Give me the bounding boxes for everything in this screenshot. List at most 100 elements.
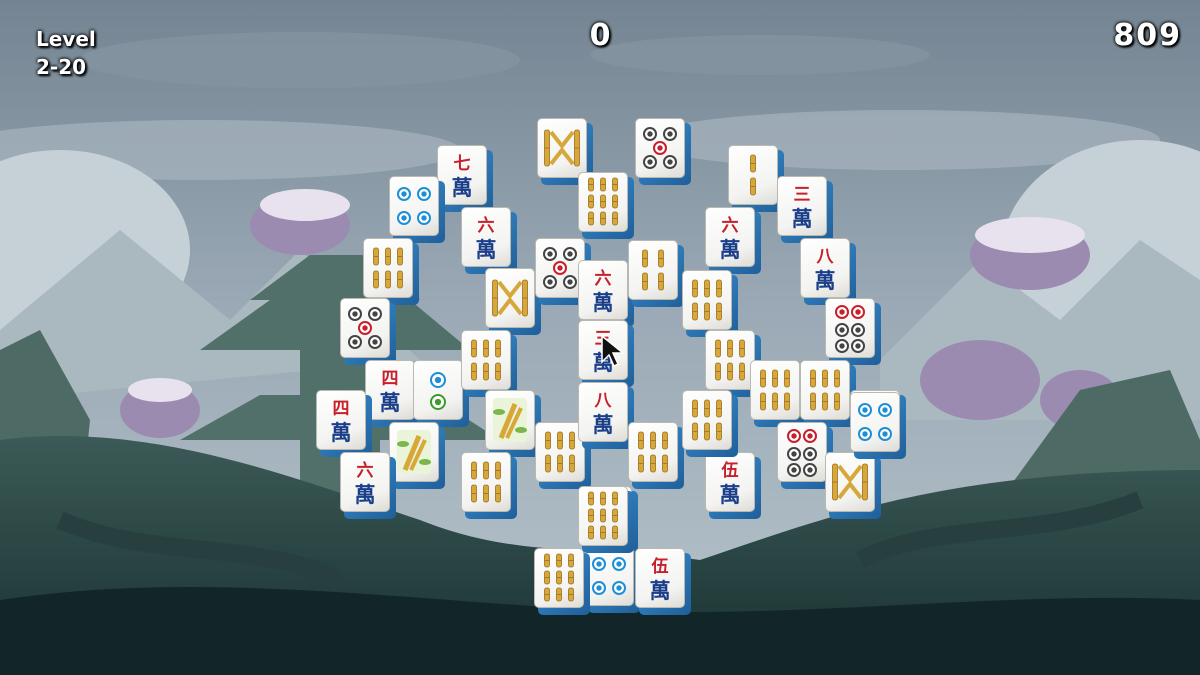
tile-bamboo-flower[interactable] bbox=[389, 422, 445, 489]
tile-bamboo-4[interactable] bbox=[628, 240, 684, 307]
svg-text:萬: 萬 bbox=[476, 237, 497, 262]
tile-bamboo-6-glyph bbox=[810, 369, 840, 411]
tile-dots-4-mixed[interactable] bbox=[635, 118, 691, 185]
tile-bamboo-6[interactable] bbox=[750, 360, 806, 427]
svg-text:萬: 萬 bbox=[720, 237, 741, 262]
svg-text:萬: 萬 bbox=[380, 390, 401, 415]
svg-text:伍: 伍 bbox=[721, 460, 739, 481]
tile-dots-4-blue-glyph bbox=[397, 187, 431, 225]
svg-text:八: 八 bbox=[595, 391, 613, 411]
tile-dots-2[interactable] bbox=[413, 360, 469, 427]
tile-character-6-glyph: 六萬 bbox=[720, 215, 741, 262]
svg-text:七: 七 bbox=[454, 154, 471, 174]
tile-bamboo-6-glyph bbox=[373, 247, 403, 289]
tile-bamboo-9-glyph bbox=[588, 491, 618, 540]
tile-bamboo-6-glyph bbox=[692, 279, 722, 321]
tile-bamboo-zigzag[interactable] bbox=[537, 118, 593, 185]
tile-bamboo-6[interactable] bbox=[682, 390, 738, 457]
tile-bamboo-6-glyph bbox=[715, 339, 745, 381]
tile-dots-4-mixed-glyph bbox=[643, 127, 677, 169]
tile-character-4-glyph: 四萬 bbox=[380, 369, 401, 415]
mouse-cursor-icon bbox=[601, 334, 626, 368]
tile-character-3-glyph: 三萬 bbox=[792, 185, 813, 231]
svg-text:四: 四 bbox=[333, 399, 350, 419]
tile-dots-4-blue[interactable] bbox=[389, 176, 445, 243]
tile-character-5-glyph: 伍萬 bbox=[650, 556, 671, 603]
tile-character-3[interactable]: 三萬 bbox=[777, 176, 833, 243]
tile-bamboo-6-glyph bbox=[638, 431, 668, 473]
tile-character-6[interactable]: 六萬 bbox=[705, 207, 761, 274]
tile-bamboo-2-glyph bbox=[750, 154, 756, 196]
tile-character-6[interactable]: 六萬 bbox=[340, 452, 396, 519]
tile-bamboo-2[interactable] bbox=[728, 145, 784, 212]
svg-text:萬: 萬 bbox=[593, 290, 614, 315]
svg-text:伍: 伍 bbox=[651, 556, 669, 577]
tile-bamboo-flower[interactable] bbox=[485, 390, 541, 457]
tile-character-8-glyph: 八萬 bbox=[815, 247, 836, 293]
tile-dots-4-blue-glyph bbox=[592, 557, 626, 595]
svg-text:萬: 萬 bbox=[815, 268, 836, 293]
tile-character-8[interactable]: 八萬 bbox=[800, 238, 856, 305]
tile-dots-4-blue-glyph bbox=[858, 403, 892, 441]
tile-bamboo-zigzag-glyph bbox=[832, 463, 868, 501]
tile-bamboo-9[interactable] bbox=[578, 486, 634, 553]
tile-character-6-glyph: 六萬 bbox=[593, 268, 614, 315]
tile-bamboo-6-glyph bbox=[471, 461, 501, 503]
tile-bamboo-6[interactable] bbox=[461, 330, 517, 397]
tile-dots-2-glyph bbox=[430, 372, 446, 410]
tile-bamboo-9-glyph bbox=[588, 177, 618, 226]
svg-text:四: 四 bbox=[382, 369, 399, 389]
tile-bamboo-9-glyph bbox=[544, 553, 574, 602]
tile-character-4[interactable]: 四萬 bbox=[316, 390, 372, 457]
tile-character-4[interactable]: 四萬 bbox=[365, 360, 421, 427]
tile-dots-6-glyph bbox=[835, 305, 865, 353]
svg-text:六: 六 bbox=[478, 215, 495, 236]
tile-character-6[interactable]: 六萬 bbox=[578, 260, 634, 327]
tile-bamboo-zigzag-glyph bbox=[544, 129, 580, 167]
tile-bamboo-6-glyph bbox=[471, 339, 501, 381]
svg-text:萬: 萬 bbox=[792, 206, 813, 231]
tile-character-6-glyph: 六萬 bbox=[476, 215, 497, 262]
tile-bamboo-6[interactable] bbox=[682, 270, 738, 337]
tile-character-8-glyph: 八萬 bbox=[593, 391, 614, 437]
tile-dots-6[interactable] bbox=[777, 422, 833, 489]
svg-text:六: 六 bbox=[595, 268, 612, 289]
tile-bamboo-6-glyph bbox=[760, 369, 790, 411]
tile-bamboo-flower-glyph bbox=[397, 430, 431, 474]
tile-bamboo-zigzag[interactable] bbox=[485, 268, 541, 335]
tile-bamboo-9[interactable] bbox=[534, 548, 590, 615]
tile-character-8[interactable]: 八萬 bbox=[578, 382, 634, 449]
svg-text:萬: 萬 bbox=[650, 578, 671, 603]
svg-text:三: 三 bbox=[794, 185, 811, 205]
svg-text:萬: 萬 bbox=[593, 412, 614, 437]
tile-bamboo-zigzag[interactable] bbox=[825, 452, 881, 519]
tile-character-6-glyph: 六萬 bbox=[355, 460, 376, 507]
tile-bamboo-9[interactable] bbox=[578, 172, 634, 239]
tile-character-6[interactable]: 六萬 bbox=[461, 207, 517, 274]
tile-character-5[interactable]: 伍萬 bbox=[705, 452, 761, 519]
svg-text:六: 六 bbox=[722, 215, 739, 236]
tile-dots-4-blue[interactable] bbox=[850, 392, 906, 459]
svg-text:六: 六 bbox=[357, 460, 374, 481]
svg-text:萬: 萬 bbox=[331, 420, 352, 445]
tile-bamboo-flower-glyph bbox=[493, 398, 527, 442]
tile-dots-6-glyph bbox=[787, 429, 817, 477]
svg-text:八: 八 bbox=[817, 247, 835, 267]
tile-bamboo-zigzag-glyph bbox=[492, 279, 528, 317]
tile-dots-4-blue[interactable] bbox=[584, 546, 640, 613]
tile-bamboo-4-glyph bbox=[642, 249, 664, 291]
svg-text:萬: 萬 bbox=[355, 482, 376, 507]
tile-bamboo-6[interactable] bbox=[800, 360, 856, 427]
svg-text:萬: 萬 bbox=[720, 482, 741, 507]
tile-character-5[interactable]: 伍萬 bbox=[635, 548, 691, 615]
tile-bamboo-6[interactable] bbox=[461, 452, 517, 519]
tile-bamboo-6[interactable] bbox=[363, 238, 419, 305]
tile-bamboo-6[interactable] bbox=[628, 422, 684, 489]
tile-character-4-glyph: 四萬 bbox=[331, 399, 352, 445]
tile-dots-4-mixed-glyph bbox=[348, 307, 382, 349]
svg-text:萬: 萬 bbox=[452, 175, 473, 200]
tile-bamboo-6-glyph bbox=[692, 399, 722, 441]
tile-dots-4-mixed[interactable] bbox=[340, 298, 396, 365]
tile-character-5-glyph: 伍萬 bbox=[720, 460, 741, 507]
tile-dots-6[interactable] bbox=[825, 298, 881, 365]
